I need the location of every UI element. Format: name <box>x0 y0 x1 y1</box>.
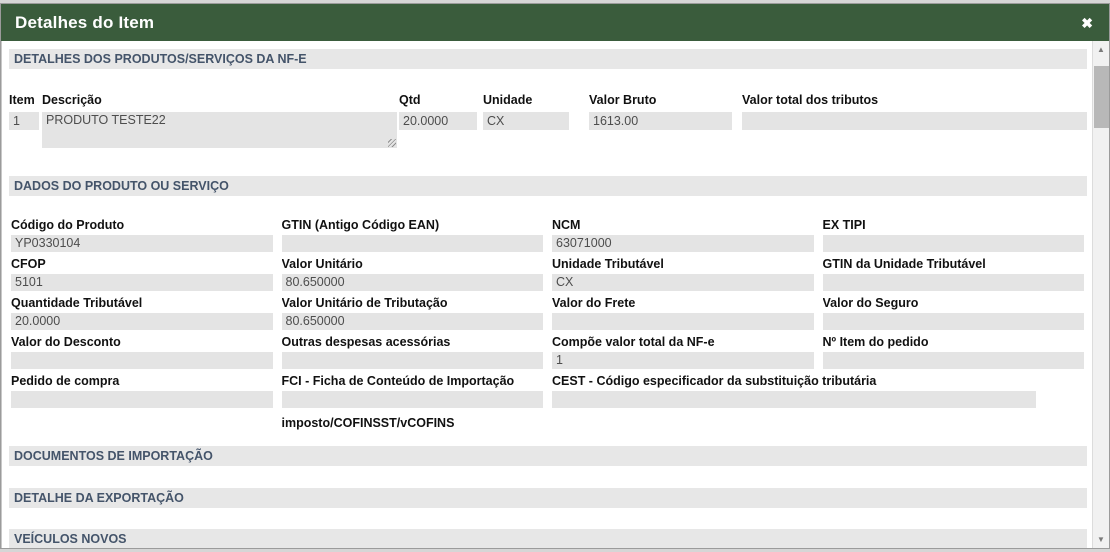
valor-bruto-field[interactable]: 1613.00 <box>589 112 732 130</box>
field-label: Unidade Tributável <box>552 257 664 271</box>
field-label: CFOP <box>11 257 46 271</box>
field-input[interactable] <box>822 352 1084 369</box>
field-label: Valor Unitário de Tributação <box>281 296 448 310</box>
field-valor-unitario: Valor Unitário 80.650000 <box>281 257 543 291</box>
valor-tributos-field[interactable] <box>742 112 1087 130</box>
field-valor-do-seguro: Valor do Seguro <box>822 296 1084 330</box>
field-input[interactable] <box>552 313 814 330</box>
unidade-field[interactable]: CX <box>483 112 569 130</box>
field-label: Valor do Frete <box>552 296 636 310</box>
close-icon[interactable]: ✖ <box>1079 14 1095 32</box>
modal-body: DETALHES DOS PRODUTOS/SERVIÇOS DA NF-E I… <box>1 41 1109 548</box>
field-input[interactable] <box>11 352 273 369</box>
scroll-up-icon[interactable]: ▲ <box>1093 41 1109 58</box>
field-input[interactable] <box>552 391 1037 408</box>
col-header-item: Item <box>9 93 35 107</box>
field-label: Nº Item do pedido <box>822 335 929 349</box>
item-details-modal: Detalhes do Item ✖ DETALHES DOS PRODUTOS… <box>0 3 1110 549</box>
field-outras-despesas: Outras despesas acessórias <box>281 335 543 369</box>
item-number-field[interactable]: 1 <box>9 112 39 130</box>
item-table-row: 1 PRODUTO TESTE22 20.0000 CX 1613.00 <box>9 112 1087 148</box>
field-quantidade-tributavel: Quantidade Tributável 20.0000 <box>11 296 273 330</box>
section-header-importacao[interactable]: DOCUMENTOS DE IMPORTAÇÃO <box>9 446 1087 466</box>
field-input[interactable]: 80.650000 <box>281 274 543 291</box>
field-label: CEST - Código especificador da substitui… <box>552 374 877 388</box>
field-input[interactable] <box>281 391 543 408</box>
field-valor-do-frete: Valor do Frete <box>552 296 814 330</box>
field-valor-unitario-tributacao: Valor Unitário de Tributação 80.650000 <box>281 296 543 330</box>
field-input[interactable] <box>822 313 1084 330</box>
field-cest: CEST - Código especificador da substitui… <box>552 374 1084 408</box>
field-label: EX TIPI <box>822 218 866 232</box>
col-header-qtd: Qtd <box>399 93 421 107</box>
imposto-cofins-label: imposto/COFINSST/vCOFINS <box>281 416 455 430</box>
imposto-cofins-label-cell: imposto/COFINSST/vCOFINS <box>282 413 544 430</box>
field-label: Valor Unitário <box>281 257 363 271</box>
field-label: NCM <box>552 218 581 232</box>
scroll-content: DETALHES DOS PRODUTOS/SERVIÇOS DA NF-E I… <box>1 41 1092 548</box>
field-input[interactable]: 80.650000 <box>281 313 543 330</box>
section-header-dados[interactable]: DADOS DO PRODUTO OU SERVIÇO <box>9 176 1087 196</box>
field-input[interactable]: 5101 <box>11 274 273 291</box>
field-gtin: GTIN (Antigo Código EAN) <box>281 218 543 252</box>
dados-fields-grid: Código do Produto YP0330104 GTIN (Antigo… <box>11 218 1084 430</box>
section-header-exportacao[interactable]: DETALHE DA EXPORTAÇÃO <box>9 488 1087 508</box>
scrollbar-thumb[interactable] <box>1094 66 1109 128</box>
field-label: Pedido de compra <box>11 374 120 388</box>
col-header-valor-bruto: Valor Bruto <box>589 93 657 107</box>
field-unidade-tributavel: Unidade Tributável CX <box>552 257 814 291</box>
descricao-textarea[interactable]: PRODUTO TESTE22 <box>42 112 397 148</box>
field-input[interactable]: 20.0000 <box>11 313 273 330</box>
field-label: GTIN (Antigo Código EAN) <box>281 218 440 232</box>
field-input[interactable]: 1 <box>552 352 814 369</box>
field-input[interactable] <box>822 274 1084 291</box>
field-cfop: CFOP 5101 <box>11 257 273 291</box>
field-label: Compõe valor total da NF-e <box>552 335 715 349</box>
modal-title: Detalhes do Item <box>15 12 155 32</box>
qtd-field[interactable]: 20.0000 <box>399 112 477 130</box>
field-label: Código do Produto <box>11 218 125 232</box>
field-label: GTIN da Unidade Tributável <box>822 257 986 271</box>
field-input[interactable]: CX <box>552 274 814 291</box>
field-input[interactable] <box>281 235 543 252</box>
field-input[interactable] <box>281 352 543 369</box>
col-header-descricao: Descrição <box>42 93 102 107</box>
field-label: Valor do Seguro <box>822 296 919 310</box>
field-input[interactable] <box>822 235 1084 252</box>
vertical-scrollbar[interactable]: ▲ ▼ <box>1092 41 1109 548</box>
col-header-tributos: Valor total dos tributos <box>742 93 879 107</box>
scroll-down-icon[interactable]: ▼ <box>1093 531 1109 548</box>
field-codigo-do-produto: Código do Produto YP0330104 <box>11 218 273 252</box>
field-gtin-unidade-tributavel: GTIN da Unidade Tributável <box>822 257 1084 291</box>
section-header-produtos[interactable]: DETALHES DOS PRODUTOS/SERVIÇOS DA NF-E <box>9 49 1087 69</box>
field-ncm: NCM 63071000 <box>552 218 814 252</box>
field-input[interactable]: YP0330104 <box>11 235 273 252</box>
field-input[interactable]: 63071000 <box>552 235 814 252</box>
field-label: Outras despesas acessórias <box>281 335 451 349</box>
descricao-value: PRODUTO TESTE22 <box>46 113 166 127</box>
field-n-item-pedido: Nº Item do pedido <box>822 335 1084 369</box>
section-header-veiculos[interactable]: VEÍCULOS NOVOS <box>9 529 1087 548</box>
field-pedido-de-compra: Pedido de compra <box>11 374 273 408</box>
field-fci: FCI - Ficha de Conteúdo de Importação <box>281 374 543 408</box>
field-label: Valor do Desconto <box>11 335 121 349</box>
field-input[interactable] <box>11 391 273 408</box>
resize-grip-icon[interactable] <box>388 139 396 147</box>
field-compoe-valor-total: Compõe valor total da NF-e 1 <box>552 335 814 369</box>
field-ex-tipi: EX TIPI <box>822 218 1084 252</box>
field-valor-do-desconto: Valor do Desconto <box>11 335 273 369</box>
field-label: Quantidade Tributável <box>11 296 143 310</box>
item-table-header: Item Descrição Qtd Unidade Valor Bruto V… <box>9 93 1087 110</box>
col-header-unidade: Unidade <box>483 93 533 107</box>
field-label: FCI - Ficha de Conteúdo de Importação <box>281 374 515 388</box>
modal-titlebar: Detalhes do Item ✖ <box>1 4 1109 41</box>
